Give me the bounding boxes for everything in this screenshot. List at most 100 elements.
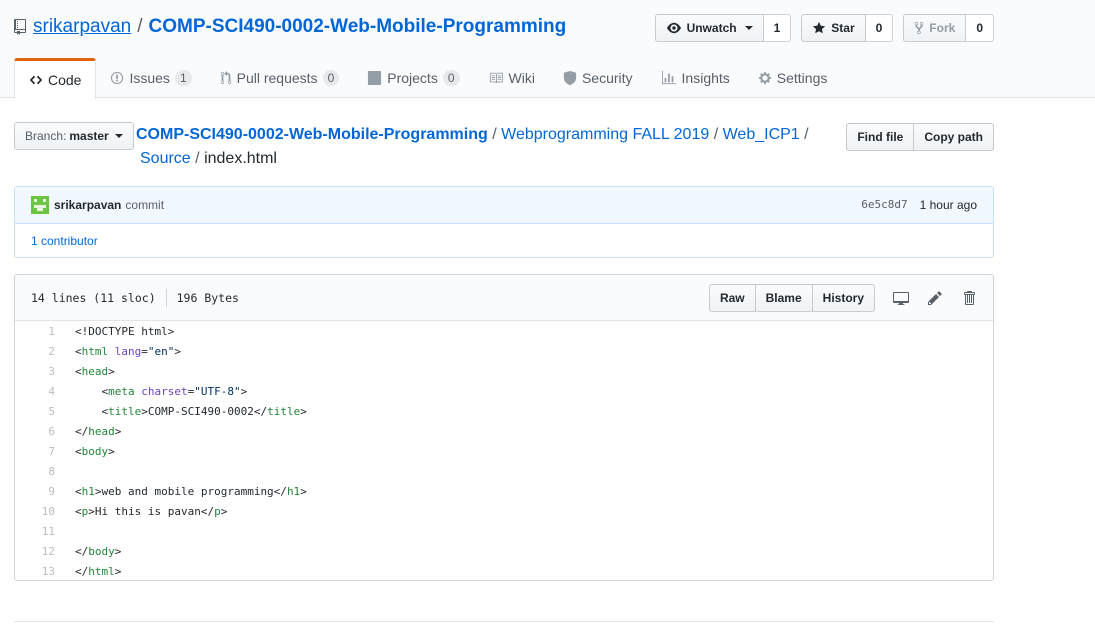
commit-author-link[interactable]: srikarpavan bbox=[54, 198, 121, 212]
watch-count[interactable]: 1 bbox=[763, 14, 792, 42]
fork-group: Fork 0 bbox=[903, 14, 994, 42]
unwatch-label: Unwatch bbox=[686, 21, 737, 35]
breadcrumb-web-icp1[interactable]: Web_ICP1 bbox=[723, 126, 800, 143]
code-line: 10 <p>Hi this is pavan</p> bbox=[15, 501, 993, 521]
line-number[interactable]: 5 bbox=[15, 405, 55, 418]
tab-issues[interactable]: Issues 1 bbox=[96, 58, 205, 98]
line-number[interactable]: 9 bbox=[15, 485, 55, 498]
tab-pull-requests-label: Pull requests bbox=[236, 70, 318, 86]
line-content: <p>Hi this is pavan</p> bbox=[75, 504, 228, 518]
line-number[interactable]: 6 bbox=[15, 425, 55, 438]
branch-select-button[interactable]: Branch: master bbox=[14, 122, 134, 150]
file-size: 196 Bytes bbox=[176, 290, 239, 305]
breadcrumb-source[interactable]: Source bbox=[140, 150, 191, 167]
code-line: 12 </body> bbox=[15, 541, 993, 561]
star-group: Star 0 bbox=[801, 14, 894, 42]
line-content: </body> bbox=[75, 544, 122, 558]
avatar[interactable] bbox=[31, 196, 49, 214]
code-body: 1 <!DOCTYPE html> 2 <html lang="en"> 3 <head>… bbox=[15, 321, 993, 580]
tab-insights[interactable]: Insights bbox=[647, 58, 744, 98]
line-number[interactable]: 1 bbox=[15, 325, 55, 338]
breadcrumb-root[interactable]: COMP-SCI490-0002-Web-Mobile-Programming bbox=[136, 126, 488, 143]
code-line: 5 <title>COMP-SCI490-0002</title> bbox=[15, 401, 993, 421]
history-button[interactable]: History bbox=[811, 283, 875, 312]
repo-title: srikarpavan / COMP-SCI490-0002-Web-Mobil… bbox=[14, 16, 566, 38]
line-number[interactable]: 10 bbox=[15, 505, 55, 518]
tab-code-label: Code bbox=[48, 72, 82, 88]
star-icon bbox=[813, 21, 826, 34]
line-number[interactable]: 4 bbox=[15, 385, 55, 398]
breadcrumb: COMP-SCI490-0002-Web-Mobile-Programming … bbox=[136, 123, 816, 171]
code-line: 11 bbox=[15, 521, 993, 541]
tab-settings[interactable]: Settings bbox=[744, 58, 842, 98]
raw-button[interactable]: Raw bbox=[708, 283, 756, 312]
line-number[interactable]: 3 bbox=[15, 365, 55, 378]
contributors-link[interactable]: 1 contributor bbox=[31, 234, 98, 248]
file-nav-buttons: Find file Copy path bbox=[846, 123, 994, 151]
line-number[interactable]: 7 bbox=[15, 445, 55, 458]
line-number[interactable]: 11 bbox=[15, 525, 55, 538]
code-line: 1 <!DOCTYPE html> bbox=[15, 321, 993, 341]
line-content: <h1>web and mobile programming</h1> bbox=[75, 484, 307, 498]
pull-request-icon bbox=[220, 71, 231, 85]
line-content: <body> bbox=[75, 444, 115, 458]
chevron-down-icon bbox=[114, 134, 123, 138]
line-number[interactable]: 12 bbox=[15, 545, 55, 558]
line-content: <meta charset="UTF-8"> bbox=[75, 384, 248, 398]
tab-insights-label: Insights bbox=[681, 70, 730, 86]
code-line: 3 <head> bbox=[15, 361, 993, 381]
tab-pull-requests[interactable]: Pull requests 0 bbox=[206, 58, 354, 98]
trash-icon[interactable] bbox=[961, 290, 977, 306]
line-content: <head> bbox=[75, 364, 115, 378]
branch-label: Branch: bbox=[25, 129, 67, 143]
repo-actions: Unwatch 1 Star 0 Fork 0 bbox=[654, 14, 994, 42]
code-line: 13 </html> bbox=[15, 561, 993, 580]
chevron-down-icon bbox=[744, 26, 753, 30]
line-number[interactable]: 13 bbox=[15, 565, 55, 578]
repo-nav: Code Issues 1 Pull requests 0 Projects 0… bbox=[14, 58, 842, 99]
pencil-icon[interactable] bbox=[927, 290, 943, 306]
breadcrumb-current-file: index.html bbox=[204, 150, 277, 167]
unwatch-button[interactable]: Unwatch bbox=[654, 14, 764, 42]
star-count[interactable]: 0 bbox=[865, 14, 894, 42]
tab-projects[interactable]: Projects 0 bbox=[353, 58, 473, 98]
code-line: 7 <body> bbox=[15, 441, 993, 461]
fork-count[interactable]: 0 bbox=[966, 14, 994, 42]
tab-security[interactable]: Security bbox=[549, 58, 647, 98]
file-viewer: 14 lines (11 sloc) 196 Bytes Raw Blame H… bbox=[14, 274, 994, 581]
line-content: <!DOCTYPE html> bbox=[75, 324, 175, 338]
gear-icon bbox=[758, 71, 771, 85]
breadcrumb-separator: / bbox=[713, 126, 719, 143]
commit-tease: srikarpavan commit 6e5c8d7 1 hour ago 1 … bbox=[14, 186, 994, 258]
issue-icon bbox=[111, 71, 124, 85]
watch-group: Unwatch 1 bbox=[654, 14, 792, 42]
line-number[interactable]: 2 bbox=[15, 345, 55, 358]
repo-owner-link[interactable]: srikarpavan bbox=[33, 16, 131, 38]
pulls-counter: 0 bbox=[322, 70, 340, 86]
line-content: <html lang="en"> bbox=[75, 344, 181, 358]
shield-icon bbox=[563, 71, 577, 85]
line-number[interactable]: 8 bbox=[15, 465, 55, 478]
fork-label: Fork bbox=[929, 21, 956, 35]
commit-sha-link[interactable]: 6e5c8d7 bbox=[861, 198, 907, 212]
breadcrumb-separator: / bbox=[195, 150, 200, 167]
repo-name-link[interactable]: COMP-SCI490-0002-Web-Mobile-Programming bbox=[149, 16, 567, 38]
breadcrumb-separator: / bbox=[492, 126, 497, 143]
copy-path-button[interactable]: Copy path bbox=[914, 123, 994, 151]
code-line: 9 <h1>web and mobile programming</h1> bbox=[15, 481, 993, 501]
tab-wiki[interactable]: Wiki bbox=[474, 58, 549, 98]
breadcrumb-webprogramming[interactable]: Webprogramming FALL 2019 bbox=[501, 126, 709, 143]
code-line: 2 <html lang="en"> bbox=[15, 341, 993, 361]
code-line: 4 <meta charset="UTF-8"> bbox=[15, 381, 993, 401]
repo-title-separator: / bbox=[137, 16, 143, 37]
commit-message-link[interactable]: commit bbox=[125, 198, 164, 212]
desktop-icon[interactable] bbox=[893, 290, 909, 306]
commit-time: 1 hour ago bbox=[919, 198, 977, 212]
fork-button[interactable]: Fork bbox=[903, 14, 967, 42]
issues-counter: 1 bbox=[174, 70, 192, 86]
star-button[interactable]: Star bbox=[801, 14, 866, 42]
find-file-button[interactable]: Find file bbox=[846, 123, 915, 151]
tab-code[interactable]: Code bbox=[14, 58, 97, 99]
blame-button[interactable]: Blame bbox=[754, 283, 813, 312]
tab-wiki-label: Wiki bbox=[508, 70, 535, 86]
